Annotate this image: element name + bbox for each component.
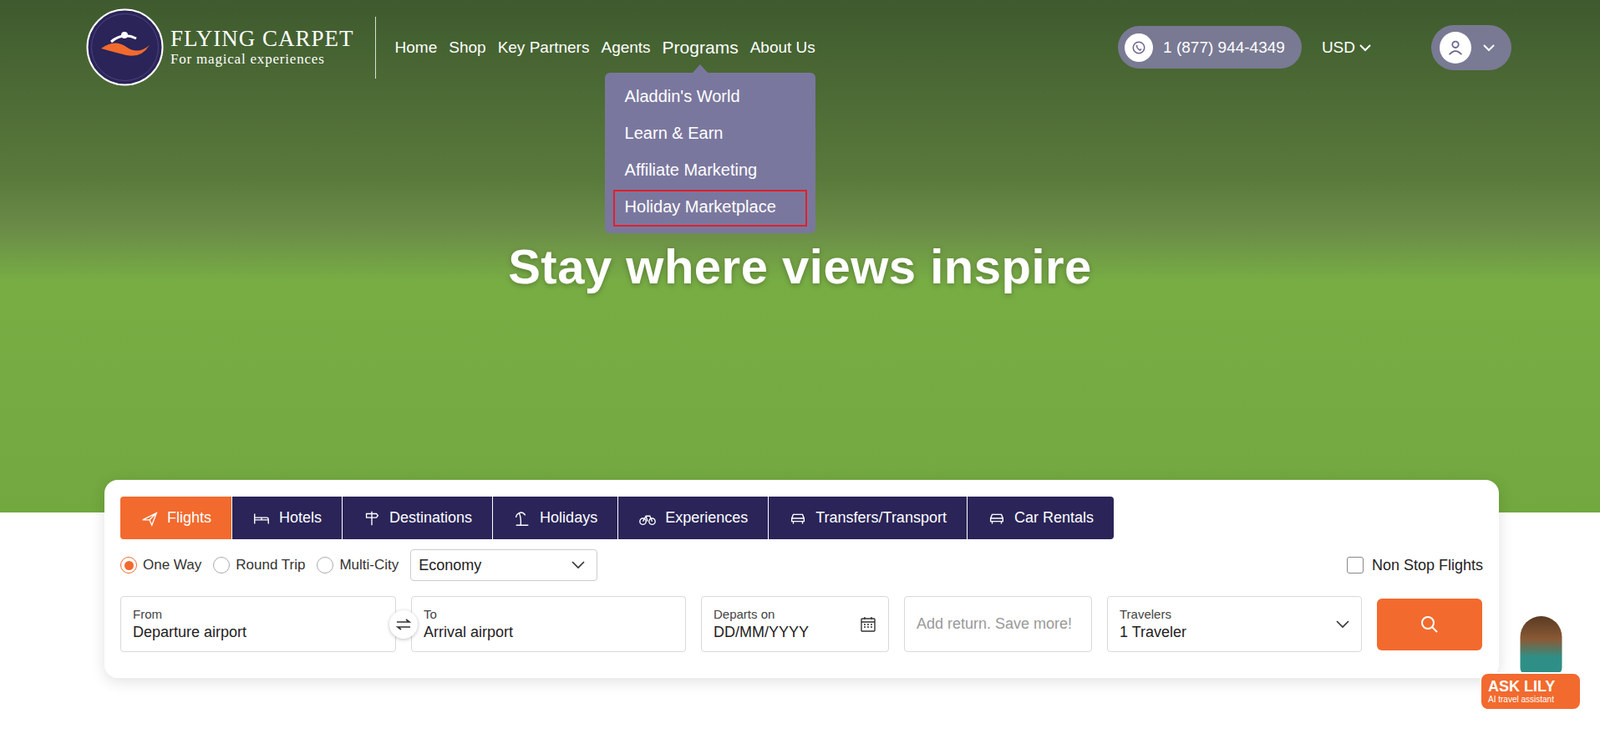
programs-dropdown: Aladdin's WorldLearn & EarnAffiliate Mar… (604, 72, 816, 234)
nav-item[interactable]: Programs (662, 37, 739, 57)
car-icon (987, 508, 1006, 528)
plane-icon (140, 508, 159, 528)
dropdown-item[interactable]: Aladdin's World (613, 79, 808, 117)
from-field[interactable]: From Departure airport (120, 595, 397, 652)
brand-tagline: For magical experiences (170, 50, 355, 68)
brand-logo[interactable]: FLYING CARPET For magical experiences (86, 8, 355, 87)
phone-icon (1131, 40, 1147, 56)
search-tab[interactable]: Car Rentals (967, 496, 1114, 539)
non-stop-checkbox[interactable]: Non Stop Flights (1346, 556, 1484, 574)
bike-icon (638, 508, 657, 528)
flying-carpet-logo-icon (86, 8, 164, 87)
hero-headline: Stay where views inspire (0, 237, 1600, 296)
main-nav: Home Shop Key Partners Agents Programs A… (395, 37, 816, 58)
chevron-down-icon (1359, 43, 1372, 52)
swap-button[interactable] (389, 609, 418, 639)
dropdown-item[interactable]: Holiday Marketplace (613, 189, 808, 227)
search-tab[interactable]: Destinations (342, 496, 493, 539)
brand-name: FLYING CARPET (170, 26, 355, 52)
return-field[interactable]: Add return. Save more! (904, 595, 1093, 652)
search-tab[interactable]: Holidays (492, 496, 618, 539)
calendar-icon (859, 615, 877, 633)
header: FLYING CARPET For magical experiences Ho… (0, 0, 1600, 87)
travelers-field[interactable]: Travelers 1 Traveler (1107, 595, 1362, 652)
car-icon (788, 508, 808, 528)
chevron-down-icon (571, 560, 585, 569)
trip-type-radio[interactable]: One Way (120, 556, 202, 574)
dropdown-caret (692, 64, 708, 73)
search-button[interactable] (1376, 598, 1483, 651)
profile-menu[interactable] (1431, 25, 1512, 71)
trip-type-radio[interactable]: Round Trip (213, 556, 305, 574)
search-tab[interactable]: Flights (120, 496, 232, 539)
phone-pill[interactable]: 1 (877) 944-4349 (1117, 25, 1302, 69)
phone-number: 1 (877) 944-4349 (1163, 38, 1286, 57)
bed-icon (252, 508, 271, 528)
search-options: One Way Round Trip Multi-City Economy No… (120, 548, 1484, 581)
nav-item[interactable]: About Us (750, 38, 816, 56)
currency-select[interactable]: USD (1321, 38, 1372, 57)
nav-item[interactable]: Agents (600, 38, 651, 56)
ask-lily-badge: ASK LILY AI travel assistant (1479, 671, 1582, 711)
swap-arrows-icon (395, 618, 412, 630)
sign-icon (362, 508, 381, 528)
hero: FLYING CARPET For magical experiences Ho… (0, 0, 1600, 513)
ask-lily-assistant[interactable]: ASK LILY AI travel assistant (1479, 615, 1582, 711)
departs-field[interactable]: Departs on DD/MM/YYYY (700, 595, 889, 652)
dropdown-item[interactable]: Learn & Earn (613, 116, 808, 153)
nav-item[interactable]: Key Partners (497, 38, 590, 56)
lily-avatar (1520, 615, 1563, 675)
search-fields: From Departure airport To Arrival airpor… (120, 595, 1484, 652)
trip-type-radio[interactable]: Multi-City (316, 556, 399, 574)
search-tab[interactable]: Experiences (618, 496, 768, 539)
user-icon (1446, 38, 1465, 57)
search-icon (1419, 614, 1440, 635)
dropdown-item[interactable]: Affiliate Marketing (613, 152, 808, 190)
search-tab[interactable]: Transfers/Transport (768, 496, 967, 539)
header-divider (375, 16, 376, 79)
nav-item[interactable]: Home (395, 38, 438, 56)
beach-icon (513, 508, 532, 528)
search-card: Flights Hotels Destinations Holidays Exp… (104, 479, 1499, 678)
cabin-select[interactable]: Economy (410, 548, 598, 581)
chevron-down-icon (1335, 619, 1350, 629)
nav-item[interactable]: Shop (448, 38, 486, 56)
to-field[interactable]: To Arrival airport (411, 595, 686, 652)
search-tab[interactable]: Hotels (232, 496, 342, 539)
search-tabs: Flights Hotels Destinations Holidays Exp… (120, 496, 1484, 539)
page: FLYING CARPET For magical experiences Ho… (0, 0, 1600, 729)
chevron-down-icon (1483, 43, 1495, 52)
